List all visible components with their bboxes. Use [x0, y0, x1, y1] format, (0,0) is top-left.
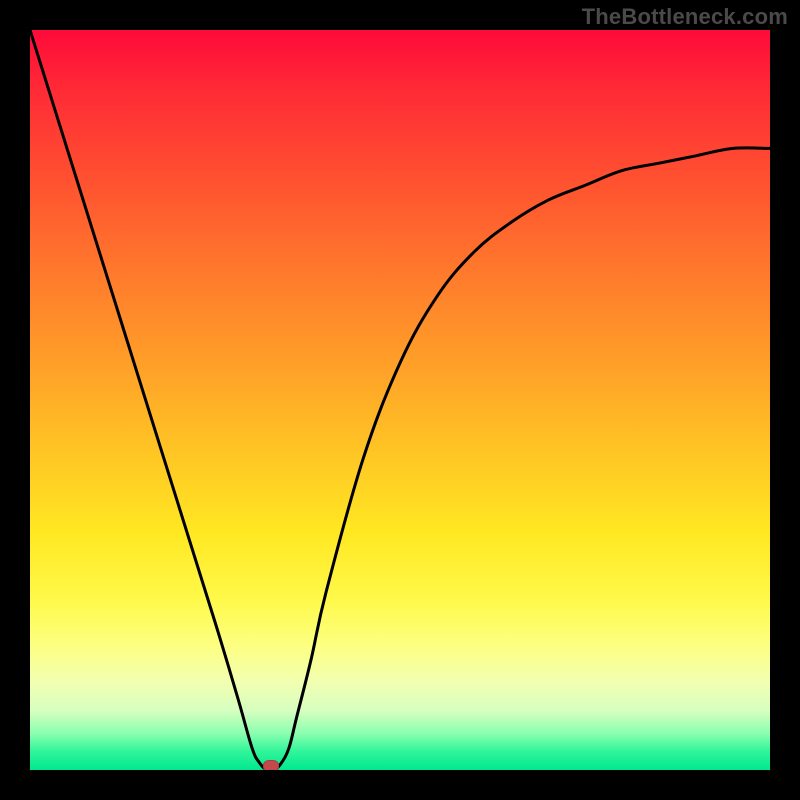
watermark-text: TheBottleneck.com	[582, 4, 788, 30]
optimal-marker	[263, 760, 279, 770]
chart-frame: TheBottleneck.com	[0, 0, 800, 800]
plot-area	[30, 30, 770, 770]
bottleneck-curve	[30, 30, 770, 770]
